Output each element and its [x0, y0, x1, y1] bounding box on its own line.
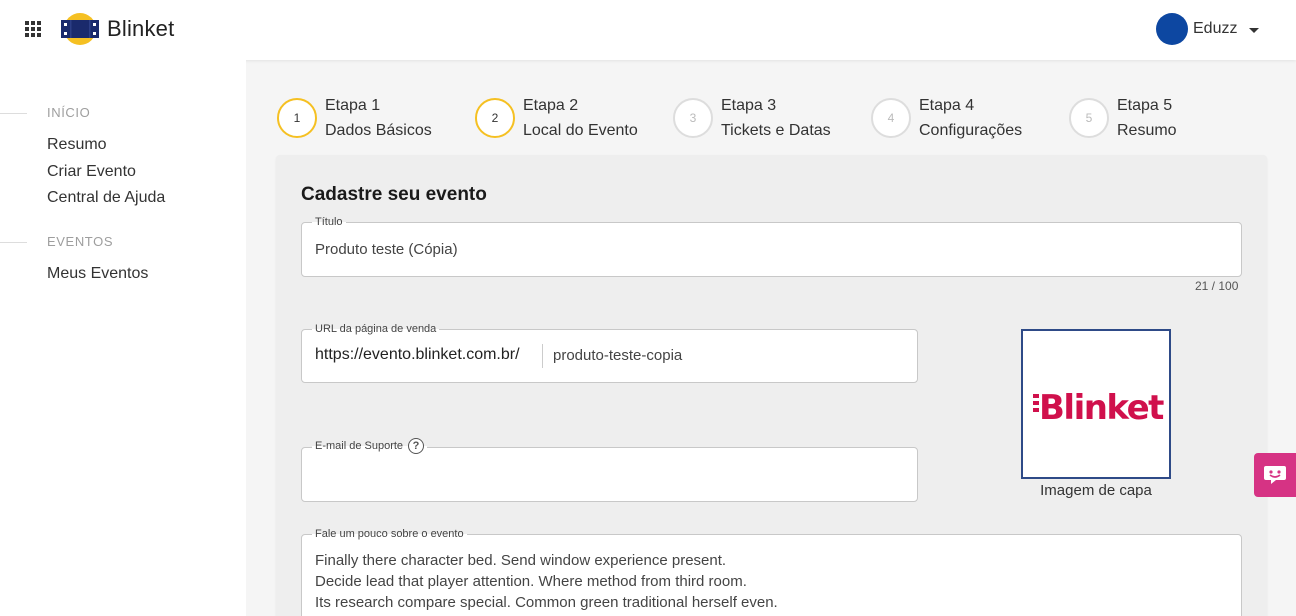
- title-field-value[interactable]: Produto teste (Cópia): [315, 241, 458, 258]
- url-prefix: https://evento.blinket.com.br/: [315, 346, 520, 363]
- step-number-circle: 3: [673, 98, 713, 138]
- chat-icon: [1264, 466, 1286, 484]
- cover-logo-text: Blinket: [1039, 388, 1164, 428]
- step-number-circle: 5: [1069, 98, 1109, 138]
- support-email-field-label: E-mail de Suporte ?: [312, 438, 428, 454]
- step-number-circle: 4: [871, 98, 911, 138]
- sidebar-section-title: INÍCIO: [47, 105, 91, 120]
- help-icon[interactable]: ?: [408, 438, 425, 454]
- divider: [0, 113, 27, 114]
- brand-name[interactable]: Blinket: [107, 16, 174, 42]
- sidebar-item-resumo[interactable]: Resumo: [47, 136, 107, 154]
- url-slug-input[interactable]: produto-teste-copia: [553, 347, 682, 364]
- sidebar-item-criar-evento[interactable]: Criar Evento: [47, 163, 136, 181]
- step-number-circle: 2: [475, 98, 515, 138]
- title-field[interactable]: Título Produto teste (Cópia): [301, 215, 1242, 277]
- divider: [542, 344, 543, 368]
- user-menu[interactable]: Eduzz: [1156, 13, 1260, 45]
- cover-image-upload[interactable]: Blinket: [1021, 329, 1171, 479]
- chevron-down-icon[interactable]: [1249, 27, 1260, 33]
- title-field-label: Título: [312, 215, 346, 229]
- description-text[interactable]: Finally there character bed. Send window…: [315, 550, 778, 613]
- top-bar: Blinket Eduzz: [0, 0, 1296, 60]
- page-title: Cadastre seu evento: [301, 184, 487, 205]
- step-label: Tickets e Datas: [721, 122, 831, 139]
- step-5[interactable]: 5 Etapa 5 Resumo: [1069, 96, 1177, 142]
- blinket-cover-logo: Blinket: [1033, 388, 1166, 428]
- step-3[interactable]: 3 Etapa 3 Tickets e Datas: [673, 96, 831, 142]
- description-field-label: Fale um pouco sobre o evento: [312, 527, 467, 541]
- sidebar: INÍCIO Resumo Criar Evento Central de Aj…: [0, 60, 246, 616]
- support-email-field[interactable]: E-mail de Suporte ?: [301, 438, 918, 502]
- support-email-label-text: E-mail de Suporte: [315, 440, 404, 452]
- step-number-circle: 1: [277, 98, 317, 138]
- sidebar-item-meus-eventos[interactable]: Meus Eventos: [47, 265, 148, 283]
- divider: [0, 242, 27, 243]
- url-field[interactable]: URL da página de venda https://evento.bl…: [301, 322, 918, 383]
- user-name[interactable]: Eduzz: [1193, 20, 1237, 38]
- apps-grid-icon[interactable]: [25, 21, 41, 37]
- description-line: Finally there character bed. Send window…: [315, 552, 727, 569]
- blinket-logo-icon[interactable]: [60, 11, 100, 47]
- description-line: Its research compare special. Common gre…: [315, 594, 778, 611]
- url-field-label: URL da página de venda: [312, 322, 440, 336]
- description-line: Decide lead that player attention. Where…: [315, 573, 747, 590]
- description-field[interactable]: Fale um pouco sobre o evento Finally the…: [301, 527, 1242, 616]
- step-title: Etapa 1: [325, 97, 381, 114]
- step-label: Configurações: [919, 122, 1023, 139]
- sidebar-item-central-de-ajuda[interactable]: Central de Ajuda: [47, 189, 165, 207]
- step-title: Etapa 2: [523, 97, 579, 114]
- avatar[interactable]: [1156, 13, 1188, 45]
- step-1[interactable]: 1 Etapa 1 Dados Básicos: [277, 96, 432, 142]
- chat-button[interactable]: [1254, 453, 1296, 497]
- step-title: Etapa 4: [919, 97, 975, 114]
- cover-image-caption: Imagem de capa: [1040, 482, 1152, 499]
- step-2[interactable]: 2 Etapa 2 Local do Evento: [475, 96, 638, 142]
- character-counter: 21 / 100: [1195, 279, 1239, 293]
- step-title: Etapa 3: [721, 97, 777, 114]
- step-4[interactable]: 4 Etapa 4 Configurações: [871, 96, 1022, 142]
- sidebar-section-title: EVENTOS: [47, 234, 114, 249]
- step-label: Resumo: [1117, 122, 1177, 139]
- step-title: Etapa 5: [1117, 97, 1173, 114]
- step-label: Dados Básicos: [325, 122, 432, 139]
- step-label: Local do Evento: [523, 122, 638, 139]
